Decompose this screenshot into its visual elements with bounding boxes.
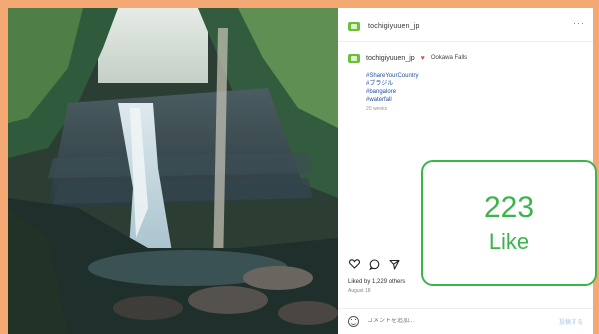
caption-avatar-icon[interactable] <box>348 53 360 63</box>
share-icon[interactable] <box>388 258 400 270</box>
comment-input[interactable] <box>367 318 551 324</box>
waterfall-image <box>8 8 338 334</box>
likes-summary[interactable]: Liked by 1,229 others <box>348 279 405 285</box>
post-photo <box>8 8 338 334</box>
caption: tochigiyuuen_jp ♥ Ookawa Falls #ShareYou… <box>348 52 588 112</box>
hashtag[interactable]: #ブラジル <box>366 80 588 88</box>
like-label: Like <box>488 229 530 254</box>
caption-username[interactable]: tochigiyuuen_jp <box>366 55 415 62</box>
hashtag[interactable]: #ShareYourCountry <box>366 72 588 80</box>
caption-time: 20 weeks <box>366 106 388 112</box>
comment-row: 投稿する <box>348 314 583 328</box>
post-header: tochigiyuuen_jp <box>348 18 420 34</box>
like-count-overlay: 223 Like <box>421 160 597 286</box>
action-bar <box>348 258 400 270</box>
heart-icon[interactable] <box>348 258 360 270</box>
hashtag[interactable]: #bangalore <box>366 88 588 96</box>
comment-icon[interactable] <box>368 258 380 270</box>
caption-title: Ookawa Falls <box>430 55 468 61</box>
post-comment-button[interactable]: 投稿する <box>559 317 583 326</box>
post-date: August 18 <box>348 288 371 294</box>
more-dots-icon[interactable]: ··· <box>573 18 585 28</box>
header-username[interactable]: tochigiyuuen_jp <box>368 23 420 30</box>
header-divider <box>338 41 593 42</box>
comment-divider <box>338 308 593 309</box>
like-count: 223 <box>483 191 535 224</box>
profile-logo-icon[interactable] <box>348 21 360 31</box>
hashtag-list: #ShareYourCountry #ブラジル #bangalore #wate… <box>366 72 588 104</box>
smiley-icon[interactable] <box>348 315 359 327</box>
red-heart-icon: ♥ <box>420 54 425 62</box>
hashtag[interactable]: #waterfall <box>366 96 588 104</box>
